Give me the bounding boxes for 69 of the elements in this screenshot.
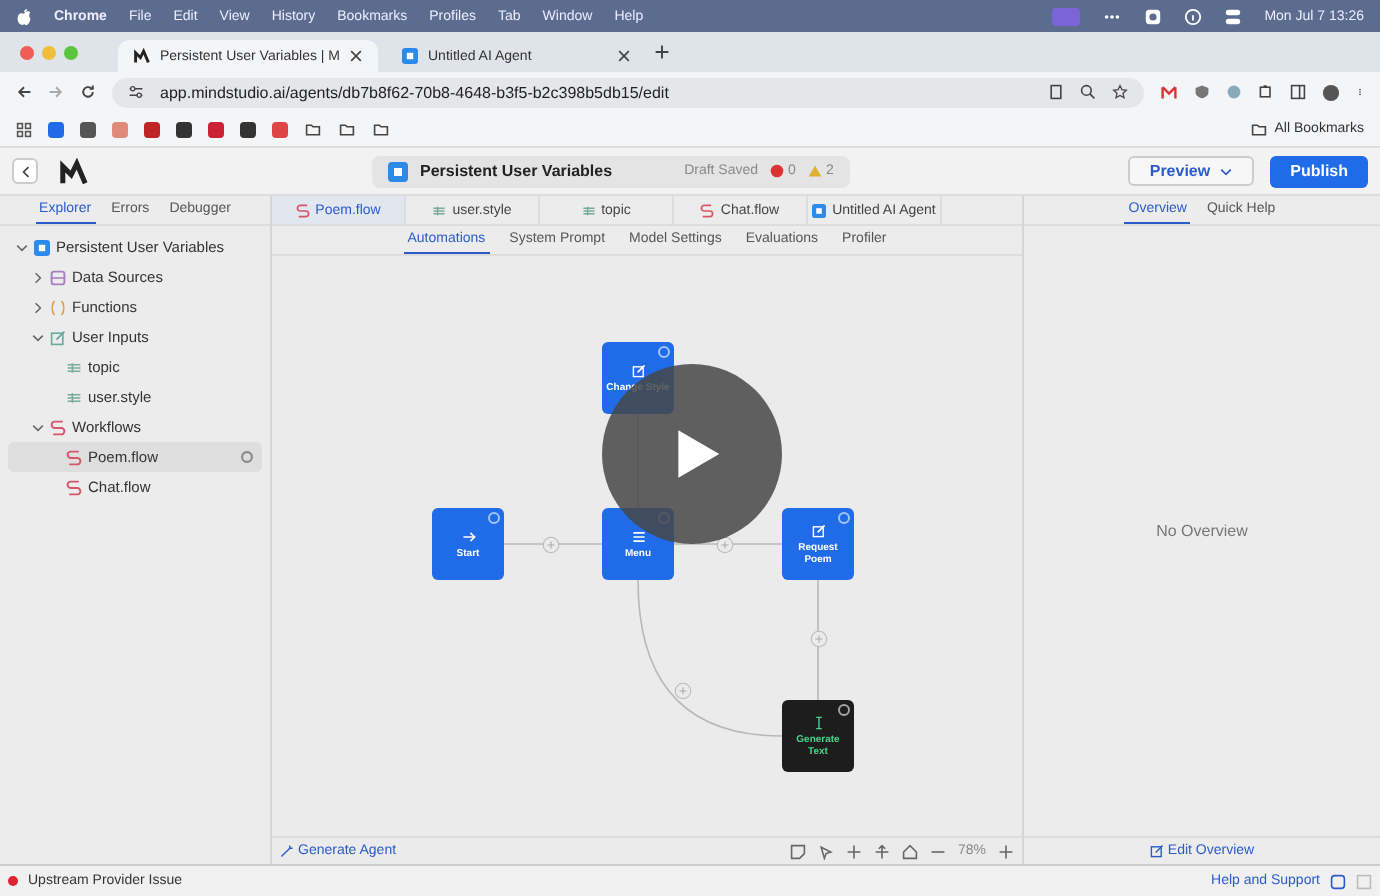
close-icon[interactable] [618,50,630,62]
text-cursor-icon [811,715,825,729]
note-icon[interactable] [789,843,806,859]
chevron-down-icon[interactable] [16,241,28,253]
chevron-down-icon[interactable] [32,331,44,343]
variable-icon [66,389,82,405]
chevron-right-icon[interactable] [32,271,44,283]
logo-icon [134,48,150,64]
variable-icon [581,203,596,217]
alert-icon [8,876,18,886]
pointer-icon[interactable] [817,843,834,859]
chat-icon[interactable] [1330,873,1346,889]
flow-icon [295,203,310,217]
zoom-icon [1080,84,1096,100]
wand-icon [280,844,294,858]
flow-icon [50,419,66,435]
chevron-down-icon[interactable] [32,421,44,433]
publish-button[interactable]: Publish [1270,155,1368,187]
apps-icon[interactable] [16,121,32,137]
flow-icon [66,449,82,465]
star-icon [1112,84,1128,100]
agent-icon [388,161,408,181]
preview-button[interactable]: Preview [1127,156,1255,186]
edit-icon [1149,844,1164,858]
mail-icon[interactable] [1160,84,1178,100]
agent-icon [812,203,827,217]
edit-icon [50,329,66,345]
database-icon [50,269,66,285]
empty-message: No Overview [1156,522,1248,540]
flow-icon [700,203,715,217]
braces-icon [50,299,66,315]
connector [503,543,603,545]
avatar-icon[interactable] [1322,83,1340,101]
back-icon[interactable] [16,84,32,100]
edit-icon [811,523,825,537]
error-icon [770,164,785,178]
record-icon[interactable] [1144,7,1163,25]
home-icon[interactable] [901,843,918,859]
info-icon[interactable] [1184,7,1203,25]
site-settings-icon [128,84,144,100]
connector [817,579,819,701]
shield-icon[interactable] [1194,84,1210,100]
folder-icon [1250,121,1269,137]
settings-icon[interactable] [240,450,254,464]
control-center-icon[interactable] [1224,7,1243,25]
new-tab-icon[interactable] [654,44,670,60]
sidepanel-icon[interactable] [1290,84,1306,100]
zoom-in-icon[interactable] [998,843,1014,859]
flow-icon [66,479,82,495]
warning-icon [807,164,822,178]
chevron-right-icon[interactable] [32,301,44,313]
agent-icon [402,48,418,64]
reload-icon[interactable] [80,84,96,100]
clipboard-icon [1048,84,1064,100]
chevron-down-icon [1220,165,1233,177]
agent-icon [34,239,50,255]
connector [673,543,783,545]
arrow-right-icon [461,529,475,543]
apple-icon [16,7,32,25]
menu-icon [631,529,645,543]
variable-icon [66,359,82,375]
address-bar[interactable]: app.mindstudio.ai/agents/db7b8f62-70b8-4648-b3f5-b2c398b5db15/edit [112,77,1144,107]
back-button[interactable] [12,158,38,184]
variable-icon [432,203,447,217]
chevron-left-icon [19,165,31,177]
close-icon[interactable] [350,50,362,62]
play-button[interactable] [602,364,782,544]
puzzle-icon[interactable] [1258,84,1274,100]
agent-title: Persistent User Variables [420,162,613,180]
